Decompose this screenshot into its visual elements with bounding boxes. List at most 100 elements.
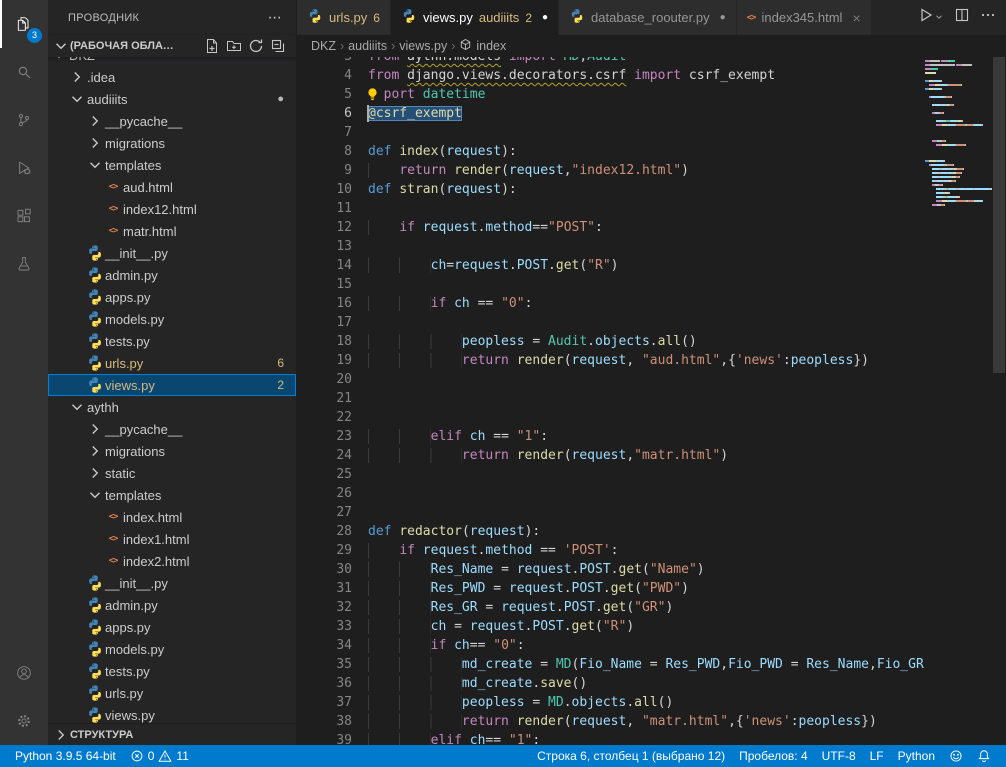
status-language-mode[interactable]: Python bbox=[891, 745, 942, 767]
tree-item-aud-html[interactable]: <>aud.html bbox=[48, 176, 296, 198]
tree-item-index-html[interactable]: <>index.html bbox=[48, 506, 296, 528]
activitybar-search[interactable] bbox=[0, 48, 48, 96]
activitybar-settings[interactable] bbox=[0, 697, 48, 745]
breadcrumb-item-views-py[interactable]: views.py bbox=[399, 39, 447, 53]
code-line-content[interactable]: if ch == "0": bbox=[368, 294, 532, 313]
code-line-content[interactable]: elif ch == "1": bbox=[368, 427, 548, 446]
code-line-content[interactable]: peopless = Audit.objects.all() bbox=[368, 332, 697, 351]
code-line-content[interactable]: ch=request.POST.get("R") bbox=[368, 256, 619, 275]
tree-item-migrations[interactable]: migrations bbox=[48, 440, 296, 462]
code-line-content[interactable]: elif ch== "1": bbox=[368, 731, 540, 745]
tree-item-pycache[interactable]: __pycache__ bbox=[48, 418, 296, 440]
tab-index345-html[interactable]: <>index345.html× bbox=[737, 0, 872, 35]
new-folder-button[interactable] bbox=[226, 38, 242, 54]
tree-item-migrations[interactable]: migrations bbox=[48, 132, 296, 154]
new-file-button[interactable] bbox=[204, 38, 220, 54]
close-icon[interactable]: × bbox=[852, 10, 860, 26]
breadcrumb-item-index[interactable]: index bbox=[459, 38, 506, 54]
status-notifications[interactable] bbox=[970, 745, 998, 767]
tab-urls-py[interactable]: urls.py6 bbox=[297, 0, 391, 35]
breadcrumb-item-audiiits[interactable]: audiiits bbox=[348, 39, 387, 53]
activitybar-run-and-debug[interactable] bbox=[0, 144, 48, 192]
tree-item-templates[interactable]: templates bbox=[48, 154, 296, 176]
explorer-more-actions-button[interactable]: ⋯ bbox=[268, 9, 282, 26]
refresh-button[interactable] bbox=[248, 38, 264, 54]
code-line-content[interactable]: ch = request.POST.get("R") bbox=[368, 617, 634, 636]
code-line-content[interactable]: if request.method == 'POST': bbox=[368, 541, 619, 560]
code-line-content[interactable]: md_create.save() bbox=[368, 674, 587, 693]
scrollbar-slider[interactable] bbox=[993, 57, 1005, 373]
tree-item-apps-py[interactable]: apps.py bbox=[48, 616, 296, 638]
code-line: 39 elif ch== "1": bbox=[297, 731, 925, 745]
code-line-content[interactable]: import datetime bbox=[368, 85, 485, 104]
code-area[interactable]: 3from aythh.models import MD,Audit4from … bbox=[297, 57, 925, 745]
code-editor[interactable]: 3from aythh.models import MD,Audit4from … bbox=[297, 57, 1006, 745]
activitybar-account[interactable] bbox=[0, 649, 48, 697]
tree-item-init-py[interactable]: __init__.py bbox=[48, 242, 296, 264]
tree-item-dkz[interactable]: DKZ bbox=[48, 57, 296, 66]
code-line-content[interactable]: Res_PWD = request.POST.get("PWD") bbox=[368, 579, 689, 598]
tree-item-tests-py[interactable]: tests.py bbox=[48, 330, 296, 352]
breadcrumb-item-dkz[interactable]: DKZ bbox=[311, 39, 336, 53]
tree-item-urls-py[interactable]: urls.py6 bbox=[48, 352, 296, 374]
outline-section-header[interactable]: СТРУКТУРА bbox=[48, 723, 296, 745]
code-line: 19 return render(request, "aud.html",{'n… bbox=[297, 351, 925, 370]
minimap[interactable] bbox=[925, 57, 992, 745]
collapse-all-button[interactable] bbox=[270, 38, 286, 54]
status-eol[interactable]: LF bbox=[863, 745, 891, 767]
tree-item-init-py[interactable]: __init__.py bbox=[48, 572, 296, 594]
tree-item-admin-py[interactable]: admin.py bbox=[48, 594, 296, 616]
tree-item-aythh[interactable]: aythh bbox=[48, 396, 296, 418]
code-line-content[interactable]: md_create = MD(Fio_Name = Res_PWD,Fio_PW… bbox=[368, 655, 925, 674]
tree-item-templates[interactable]: templates bbox=[48, 484, 296, 506]
more-actions-button[interactable] bbox=[980, 7, 996, 28]
activitybar-explorer[interactable]: 3 bbox=[0, 0, 48, 48]
tree-item-tests-py[interactable]: tests.py bbox=[48, 660, 296, 682]
code-line-content[interactable]: def redactor(request): bbox=[368, 522, 540, 541]
tree-item-index1-html[interactable]: <>index1.html bbox=[48, 528, 296, 550]
tree-item-index2-html[interactable]: <>index2.html bbox=[48, 550, 296, 572]
code-line-content[interactable]: if ch== "0": bbox=[368, 636, 525, 655]
tree-item-idea[interactable]: .idea bbox=[48, 66, 296, 88]
tree-item-admin-py[interactable]: admin.py bbox=[48, 264, 296, 286]
code-line-content[interactable]: Res_Name = request.POST.get("Name") bbox=[368, 560, 705, 579]
tree-item-matr-html[interactable]: <>matr.html bbox=[48, 220, 296, 242]
code-line-content[interactable]: return render(request, "aud.html",{'news… bbox=[368, 351, 869, 370]
status-feedback[interactable] bbox=[942, 745, 970, 767]
code-line-content[interactable]: return render(request,"matr.html") bbox=[368, 446, 728, 465]
activitybar-source-control[interactable] bbox=[0, 96, 48, 144]
code-line-content[interactable]: return render(request,"index12.html") bbox=[368, 161, 689, 180]
split-editor-button[interactable] bbox=[954, 7, 970, 28]
activitybar-testing[interactable] bbox=[0, 240, 48, 288]
code-line-content[interactable]: @csrf_exempt bbox=[368, 104, 462, 123]
code-line-content[interactable]: if request.method=="POST": bbox=[368, 218, 603, 237]
tree-item-audiiits[interactable]: audiiits● bbox=[48, 88, 296, 110]
run-python-file-button[interactable] bbox=[918, 7, 944, 28]
tree-item-index12-html[interactable]: <>index12.html bbox=[48, 198, 296, 220]
activitybar-extensions[interactable] bbox=[0, 192, 48, 240]
tree-item-models-py[interactable]: models.py bbox=[48, 638, 296, 660]
code-line-content[interactable]: return render(request, "matr.html",{'new… bbox=[368, 712, 877, 731]
code-line-content[interactable]: def stran(request): bbox=[368, 180, 517, 199]
code-line-content[interactable]: def index(request): bbox=[368, 142, 517, 161]
status-indentation[interactable]: Пробелов: 4 bbox=[732, 745, 815, 767]
code-line-content[interactable]: from aythh.models import MD,Audit bbox=[368, 57, 626, 66]
tab-views-py[interactable]: views.pyaudiiits2● bbox=[391, 0, 559, 35]
status-encoding[interactable]: UTF-8 bbox=[815, 745, 863, 767]
status-python-interpreter[interactable]: Python 3.9.5 64-bit bbox=[8, 745, 123, 767]
workspace-section-header[interactable]: (РАБОЧАЯ ОБЛАСТЬ) ... bbox=[48, 35, 296, 57]
code-line-content[interactable]: peopless = MD.objects.all() bbox=[368, 693, 673, 712]
tree-item-views-py[interactable]: views.py2 bbox=[48, 374, 296, 396]
tree-item-apps-py[interactable]: apps.py bbox=[48, 286, 296, 308]
minimap-line bbox=[925, 96, 992, 98]
tab-database-roouter-py[interactable]: database_roouter.py● bbox=[559, 0, 737, 35]
tree-item-models-py[interactable]: models.py bbox=[48, 308, 296, 330]
tree-item-views-py[interactable]: views.py bbox=[48, 704, 296, 723]
tree-item-urls-py[interactable]: urls.py bbox=[48, 682, 296, 704]
code-line-content[interactable]: Res_GR = request.POST.get("GR") bbox=[368, 598, 673, 617]
status-problems[interactable]: 011 bbox=[123, 745, 196, 767]
status-cursor-position[interactable]: Строка 6, столбец 1 (выбрано 12) bbox=[530, 745, 732, 767]
code-line-content[interactable]: from django.views.decorators.csrf import… bbox=[368, 66, 775, 85]
tree-item-pycache[interactable]: __pycache__ bbox=[48, 110, 296, 132]
tree-item-static[interactable]: static bbox=[48, 462, 296, 484]
